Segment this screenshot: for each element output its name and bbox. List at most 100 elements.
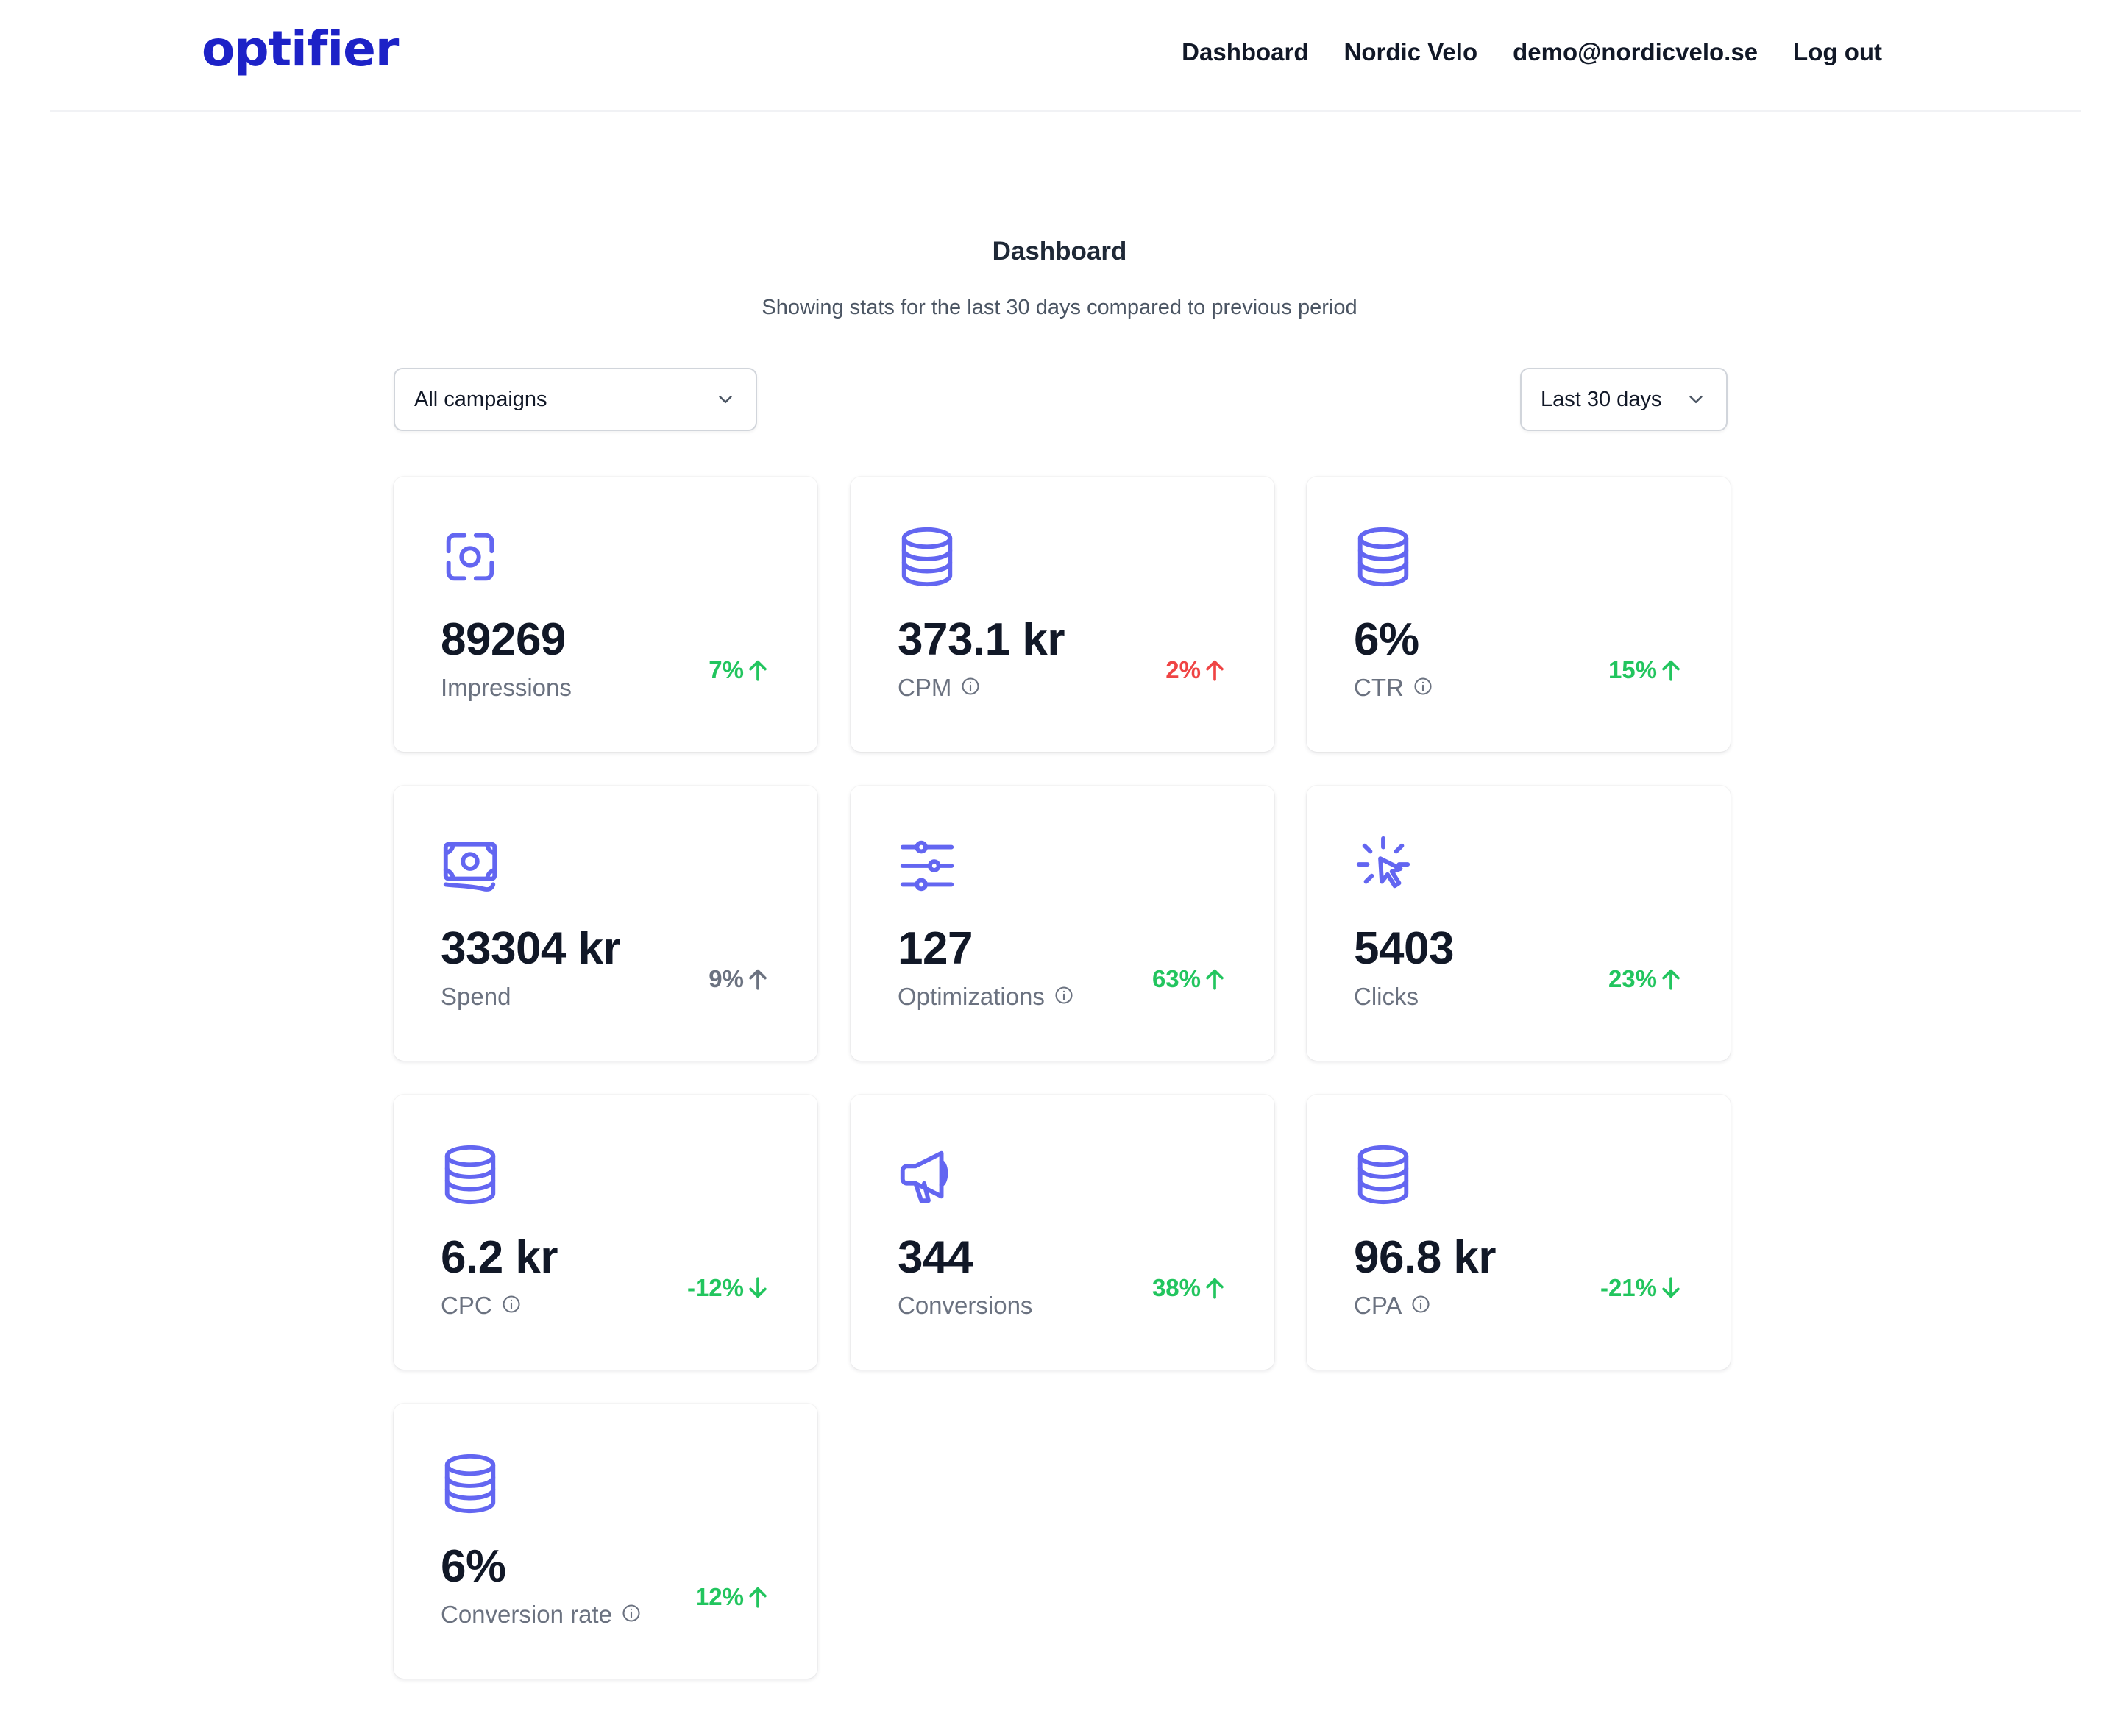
cursor-click-icon: [1354, 834, 1413, 897]
stat-label: CPM: [898, 674, 981, 702]
stat-card-cpc: 6.2 kr CPC -12%: [394, 1095, 817, 1370]
stat-label-text: CPC: [441, 1292, 492, 1319]
top-header: optifier Dashboard Nordic Velo demo@nord…: [50, 0, 2081, 112]
stat-value: 6.2 kr: [441, 1232, 558, 1283]
top-nav: Dashboard Nordic Velo demo@nordicvelo.se…: [1182, 38, 1882, 66]
stat-card-optimizations: 127 Optimizations 63%: [851, 786, 1274, 1061]
stat-label: Conversion rate: [441, 1601, 642, 1629]
stat-label-text: Conversion rate: [441, 1601, 612, 1628]
stat-value: 344: [898, 1232, 973, 1283]
stat-label: Spend: [441, 983, 511, 1011]
stat-change: 2%: [1165, 656, 1226, 684]
sliders-icon: [898, 834, 956, 897]
info-icon[interactable]: [1413, 675, 1433, 695]
stat-change-value: 38%: [1151, 1274, 1201, 1301]
arrow-up-icon: [747, 1584, 769, 1609]
arrow-up-icon: [1660, 967, 1682, 992]
optifier-logo[interactable]: optifier: [202, 21, 399, 77]
stat-change: 23%: [1608, 965, 1682, 993]
chevron-down-icon: [719, 396, 732, 403]
nav-dashboard-link[interactable]: Dashboard: [1182, 38, 1308, 66]
stat-change-value: 7%: [709, 656, 744, 683]
chevron-down-icon: [1689, 396, 1703, 403]
stat-change: 15%: [1608, 656, 1682, 684]
stat-value: 5403: [1354, 923, 1454, 974]
stat-card-cpa: 96.8 kr CPA -21%: [1307, 1095, 1731, 1370]
info-icon[interactable]: [1054, 983, 1074, 1004]
stat-change-value: 63%: [1151, 965, 1201, 992]
coins-icon: [441, 1143, 500, 1206]
nav-company-link[interactable]: Nordic Velo: [1344, 38, 1478, 66]
stat-label-text: Optimizations: [898, 983, 1045, 1010]
stat-card-conversions: 344 Conversions 38%: [851, 1095, 1274, 1370]
arrow-down-icon: [747, 1276, 769, 1301]
stat-change-value: 2%: [1165, 656, 1201, 683]
stat-label: Conversions: [898, 1292, 1032, 1320]
stat-change: 12%: [695, 1583, 769, 1611]
coins-icon: [1354, 525, 1413, 588]
stat-change: -12%: [687, 1274, 769, 1302]
arrow-up-icon: [1204, 658, 1226, 683]
stat-label: Optimizations: [898, 983, 1074, 1011]
campaign-select[interactable]: All campaigns: [394, 368, 757, 431]
stat-value: 96.8 kr: [1354, 1232, 1497, 1283]
info-icon[interactable]: [960, 675, 981, 695]
coins-icon: [441, 1452, 500, 1515]
arrow-down-icon: [1660, 1276, 1682, 1301]
nav-account-email-link[interactable]: demo@nordicvelo.se: [1513, 38, 1758, 66]
stat-change: 38%: [1152, 1274, 1226, 1302]
stat-value: 6%: [441, 1541, 506, 1592]
stat-label-text: Spend: [441, 983, 511, 1010]
stat-change-value: 23%: [1608, 965, 1657, 992]
nav-logout-link[interactable]: Log out: [1793, 38, 1882, 66]
arrow-up-icon: [1204, 1276, 1226, 1301]
megaphone-icon: [898, 1143, 956, 1206]
stat-change-value: 12%: [695, 1583, 744, 1610]
coins-icon: [1354, 1143, 1413, 1206]
arrow-up-icon: [1660, 658, 1682, 683]
period-select-value: Last 30 days: [1541, 387, 1662, 411]
stat-label: CPC: [441, 1292, 522, 1320]
info-icon[interactable]: [1410, 1292, 1431, 1313]
stat-label-text: Impressions: [441, 674, 572, 701]
info-icon[interactable]: [501, 1292, 522, 1313]
stat-value: 373.1 kr: [898, 614, 1065, 665]
stat-card-clicks: 5403 Clicks 23%: [1307, 786, 1731, 1061]
arrow-up-icon: [747, 658, 769, 683]
stat-change-value: -21%: [1600, 1274, 1657, 1301]
arrow-up-icon: [747, 967, 769, 992]
stat-card-conversion-rate: 6% Conversion rate 12%: [394, 1404, 817, 1679]
stat-label-text: CPA: [1354, 1292, 1402, 1319]
banknote-icon: [441, 834, 500, 897]
stat-label: CTR: [1354, 674, 1433, 702]
arrow-up-icon: [1204, 967, 1226, 992]
stat-change-value: 15%: [1608, 656, 1657, 683]
stat-card-cpm: 373.1 kr CPM 2%: [851, 477, 1274, 752]
stat-label: CPA: [1354, 1292, 1431, 1320]
stat-label-text: CTR: [1354, 674, 1404, 701]
stat-change-value: -12%: [686, 1274, 744, 1301]
coins-icon: [898, 525, 956, 588]
info-icon[interactable]: [621, 1601, 642, 1622]
stat-card-ctr: 6% CTR 15%: [1307, 477, 1731, 752]
campaign-select-value: All campaigns: [414, 387, 547, 411]
stat-card-impressions: 89269 Impressions 7%: [394, 477, 817, 752]
period-select[interactable]: Last 30 days: [1520, 368, 1728, 431]
stat-value: 127: [898, 923, 973, 974]
stat-change: 9%: [709, 965, 769, 993]
stat-value: 89269: [441, 614, 566, 665]
stat-change: 63%: [1152, 965, 1226, 993]
stat-label: Impressions: [441, 674, 572, 702]
stat-change: 7%: [709, 656, 769, 684]
focus-icon: [441, 525, 500, 588]
stat-change: -21%: [1600, 1274, 1682, 1302]
page-subtitle: Showing stats for the last 30 days compa…: [762, 296, 1357, 319]
stat-value: 6%: [1354, 614, 1419, 665]
stat-label: Clicks: [1354, 983, 1419, 1011]
stat-change-value: 9%: [709, 965, 744, 992]
stat-label-text: Conversions: [898, 1292, 1033, 1319]
stat-card-spend: 33304 kr Spend 9%: [394, 786, 817, 1061]
stat-label-text: CPM: [898, 674, 952, 701]
stat-value: 33304 kr: [441, 923, 621, 974]
page-title: Dashboard: [992, 237, 1127, 266]
